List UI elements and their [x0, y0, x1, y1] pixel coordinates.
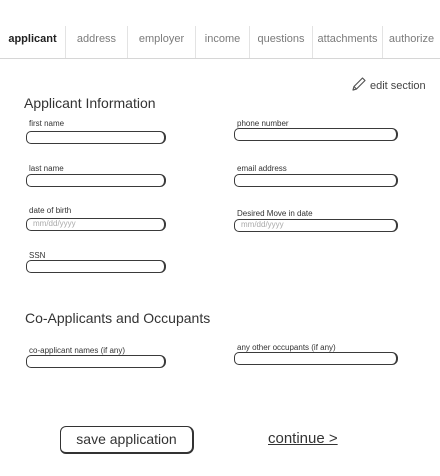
email-address-field[interactable]	[234, 174, 398, 187]
ssn-label: SSN	[29, 251, 46, 260]
co-applicants-heading: Co-Applicants and Occupants	[25, 310, 211, 326]
co-applicant-names-label: co-applicant names (if any)	[29, 346, 126, 355]
move-in-date-field[interactable]: mm/dd/yyyy	[234, 219, 398, 232]
phone-number-field[interactable]	[234, 128, 398, 141]
edit-section-label: edit section	[370, 80, 426, 92]
other-occupants-field[interactable]	[234, 352, 398, 365]
pencil-icon	[352, 77, 366, 91]
save-application-button[interactable]: save application	[60, 426, 194, 454]
tab-employer[interactable]: employer	[127, 26, 195, 58]
first-name-label: first name	[29, 119, 65, 128]
phone-number-label: phone number	[237, 119, 289, 128]
applicant-info-heading: Applicant Information	[24, 95, 156, 111]
tab-address[interactable]: address	[65, 26, 127, 58]
other-occupants-label: any other occupants (if any)	[237, 343, 336, 352]
tab-income[interactable]: income	[195, 26, 249, 58]
tab-questions[interactable]: questions	[249, 26, 312, 58]
move-in-date-label: Desired Move in date	[237, 209, 313, 218]
ssn-field[interactable]	[26, 260, 166, 273]
tab-authorize[interactable]: authorize	[382, 26, 440, 58]
email-address-label: email address	[237, 164, 287, 173]
co-applicant-names-field[interactable]	[26, 355, 166, 368]
continue-link[interactable]: continue >	[268, 430, 338, 447]
first-name-field[interactable]	[26, 131, 166, 144]
last-name-label: last name	[29, 164, 64, 173]
tab-attachments[interactable]: attachments	[312, 26, 382, 58]
tab-bar: applicant address employer income questi…	[0, 26, 440, 59]
date-of-birth-field[interactable]: mm/dd/yyyy	[26, 218, 166, 231]
date-of-birth-label: date of birth	[29, 206, 72, 215]
tab-applicant[interactable]: applicant	[0, 26, 65, 58]
last-name-field[interactable]	[26, 174, 166, 187]
